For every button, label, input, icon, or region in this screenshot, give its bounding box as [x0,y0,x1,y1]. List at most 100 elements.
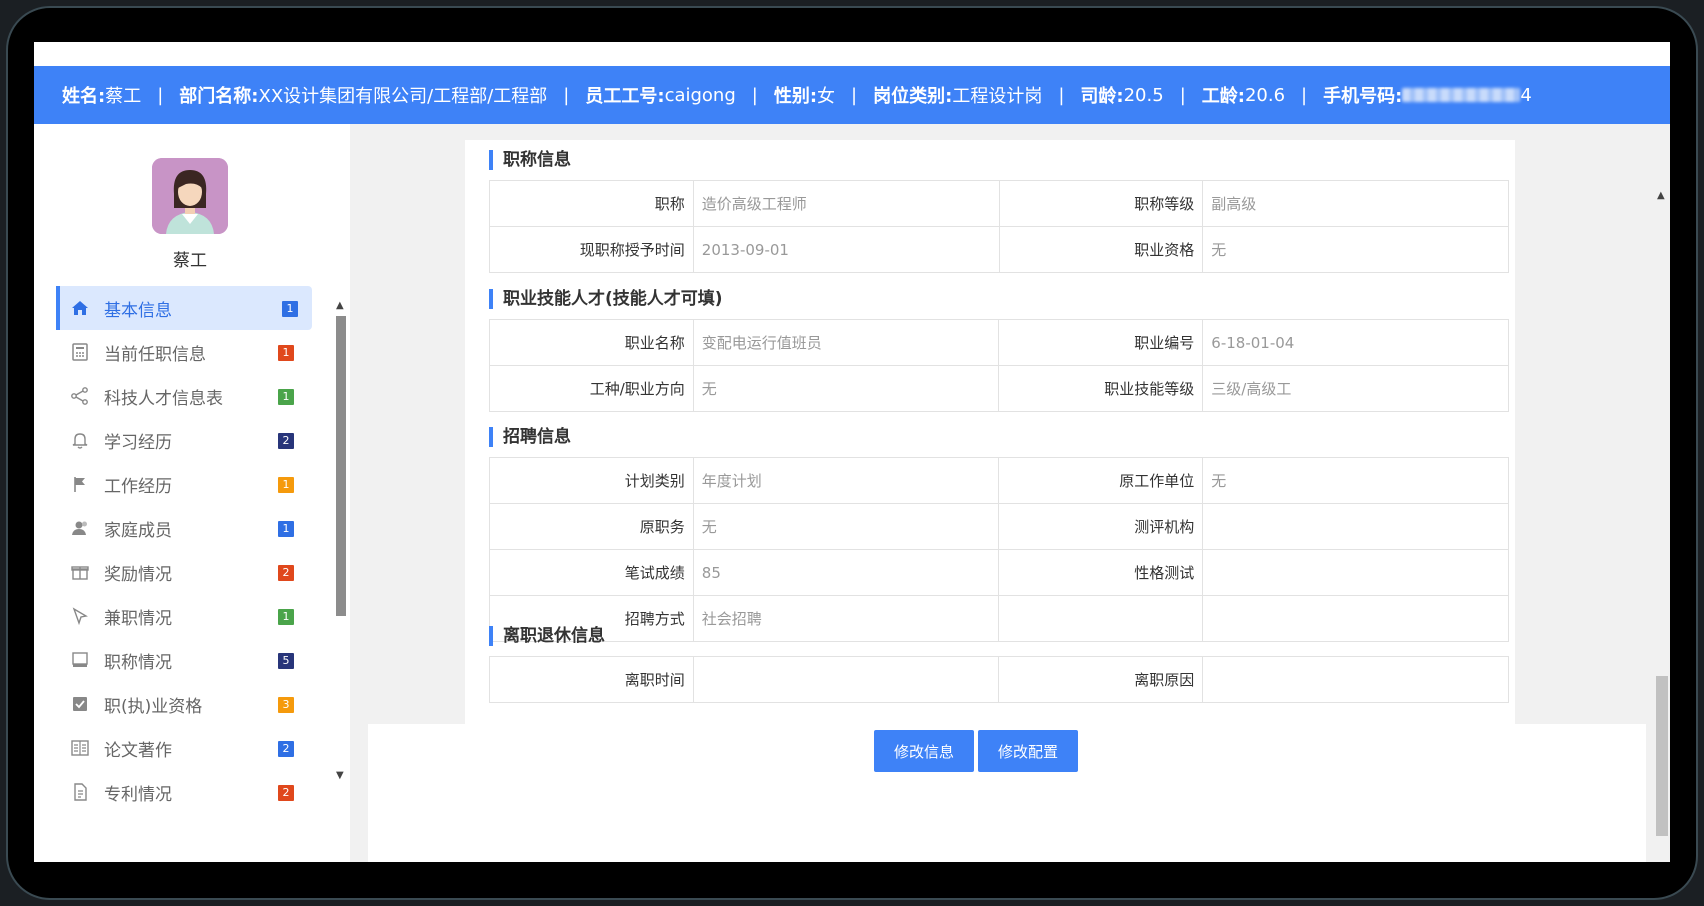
field-value: 6-18-01-04 [1202,319,1509,366]
field-label: 计划类别 [489,457,694,504]
header-value: caigong [664,84,736,106]
sidebar-item-tech-talent[interactable]: 科技人才信息表 1 [56,374,312,418]
header-key: 部门名称: [179,86,259,107]
field-label: 职业名称 [489,319,694,366]
content-scrollbar-thumb[interactable] [1656,676,1668,836]
field-label: 性格测试 [998,549,1204,596]
sidebar-item-label: 专利情况 [104,784,172,805]
header-key: 性别: [773,86,818,107]
field-label: 职称 [489,180,694,227]
app-screen: 姓名: 蔡工 | 部门名称: XX设计集团有限公司/工程部/工程部 | 员工工号: c… [34,42,1670,862]
share-icon [70,386,90,406]
field-value: 2013-09-01 [692,226,1000,273]
count-badge: 1 [278,477,294,493]
sidebar-item-education[interactable]: 学习经历 2 [56,418,312,462]
field-label: 离职时间 [489,656,694,703]
sidebar-item-label: 职称情况 [104,652,172,673]
header-field-gender: 性别: 女 [774,82,835,108]
field-label: 职业资格 [998,226,1204,273]
header-field-job-category: 岗位类别: 工程设计岗 [873,82,1042,108]
sidebar-item-current-position[interactable]: 当前任职信息 1 [56,330,312,374]
count-badge: 2 [278,785,294,801]
field-value [692,656,1000,703]
field-value: 85 [692,549,1000,596]
detail-scroll-area: 职称信息 职称 造价高级工程师 职称等级 副高级 现职称授予时间 2013-09… [369,140,1549,724]
header-key: 岗位类别: [873,86,953,107]
table-row: 离职时间 离职原因 [489,656,1509,703]
checkbox-icon [70,694,90,714]
field-value: 无 [692,365,1000,412]
scroll-up-arrow-icon[interactable]: ▲ [1657,190,1665,201]
field-label: 原工作单位 [998,457,1204,504]
calculator-icon [70,342,90,362]
sidebar-item-label: 职(执)业资格 [104,696,203,717]
field-value: 造价高级工程师 [692,180,1000,227]
field-value [1202,503,1509,550]
top-strip [34,42,1670,66]
edit-config-button[interactable]: 修改配置 [978,730,1078,772]
field-label: 职业技能等级 [998,365,1204,412]
header-field-work-years: 工龄: 20.6 [1202,82,1285,108]
count-badge: 1 [282,301,298,317]
sidebar-item-label: 基本信息 [104,300,172,321]
edit-info-button[interactable]: 修改信息 [874,730,974,772]
header-key: 工龄: [1201,86,1245,107]
header-separator: | [1301,84,1308,106]
field-value [1202,549,1509,596]
sidebar-item-label: 当前任职信息 [104,344,206,365]
count-badge: 2 [278,433,294,449]
table-row: 工种/职业方向 无 职业技能等级 三级/高级工 [489,365,1509,412]
count-badge: 1 [278,609,294,625]
header-key: 手机号码: [1323,86,1403,107]
field-value: 无 [1202,457,1509,504]
sidebar-item-basic-info[interactable]: 基本信息 1 [56,286,312,330]
table-row: 职业名称 变配电运行值班员 职业编号 6-18-01-04 [489,319,1509,366]
field-label: 工种/职业方向 [489,365,694,412]
scroll-down-arrow-icon[interactable]: ▼ [336,770,344,781]
header-value: 女 [817,86,836,107]
gift-icon [70,562,90,582]
scroll-up-arrow-icon[interactable]: ▲ [336,300,344,311]
sidebar-item-label: 论文著作 [104,740,172,761]
flag-icon [70,474,90,494]
sidebar-scrollbar[interactable]: ▲ ▼ [334,300,346,781]
sidebar-item-titles[interactable]: 职称情况 5 [56,638,312,682]
field-value [1202,595,1509,642]
sidebar-item-label: 奖励情况 [104,564,172,585]
header-value: 工程设计岗 [952,86,1043,107]
field-value: 三级/高级工 [1202,365,1509,412]
sidebar-item-label: 家庭成员 [104,520,172,541]
section-title-recruitment: 招聘信息 [489,427,571,447]
sidebar-item-part-time[interactable]: 兼职情况 1 [56,594,312,638]
detail-panel: 职称信息 职称 造价高级工程师 职称等级 副高级 现职称授予时间 2013-09… [465,140,1515,724]
field-value: 变配电运行值班员 [692,319,1000,366]
header-field-department: 部门名称: XX设计集团有限公司/工程部/工程部 [179,82,547,108]
sidebar-item-awards[interactable]: 奖励情况 2 [56,550,312,594]
header-key: 姓名: [62,86,106,107]
sidebar-item-patents[interactable]: 专利情况 2 [56,770,312,814]
sidebar-menu: 基本信息 1 当前任职信息 1 科技人才信息表 1 学习经历 2 工作经历 1 … [56,286,312,814]
field-label: 离职原因 [998,656,1204,703]
sidebar: 蔡工 基本信息 1 当前任职信息 1 科技人才信息表 1 学习经历 2 工作经历… [34,124,350,862]
sidebar-item-papers[interactable]: 论文著作 2 [56,726,312,770]
count-badge: 3 [278,697,294,713]
header-separator: | [563,84,570,106]
field-label: 职称等级 [998,180,1204,227]
professional-title-table: 职称 造价高级工程师 职称等级 副高级 现职称授予时间 2013-09-01 职… [489,180,1509,273]
action-footer: 修改信息 修改配置 [368,724,1670,862]
field-label: 现职称授予时间 [489,226,694,273]
avatar-woman-icon [152,158,228,234]
count-badge: 2 [278,565,294,581]
sidebar-scrollbar-thumb[interactable] [336,316,346,616]
header-separator: | [851,84,858,106]
sidebar-item-label: 兼职情况 [104,608,172,629]
field-value: 副高级 [1202,180,1509,227]
content-scrollbar[interactable]: ▲ [1646,124,1670,862]
sidebar-item-family[interactable]: 家庭成员 1 [56,506,312,550]
sidebar-item-work-history[interactable]: 工作经历 1 [56,462,312,506]
count-badge: 2 [278,741,294,757]
sidebar-item-qualifications[interactable]: 职(执)业资格 3 [56,682,312,726]
book-icon [70,738,90,758]
header-value: XX设计集团有限公司/工程部/工程部 [258,86,548,107]
header-value: 20.5 [1123,84,1164,106]
